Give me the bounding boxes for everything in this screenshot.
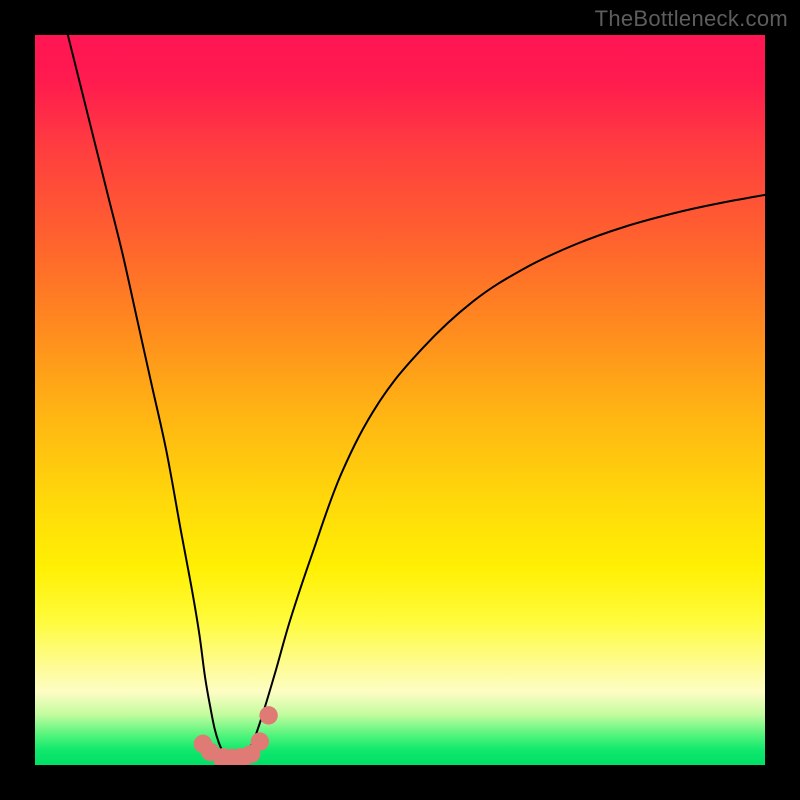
plot-area	[35, 35, 765, 765]
valley-marker-6	[251, 732, 269, 750]
curve-right-curve	[236, 195, 765, 765]
watermark-text: TheBottleneck.com	[595, 6, 788, 32]
curve-layer	[35, 35, 765, 765]
chart-stage: TheBottleneck.com	[0, 0, 800, 800]
valley-marker-7	[259, 706, 277, 724]
curve-left-curve	[68, 35, 236, 765]
